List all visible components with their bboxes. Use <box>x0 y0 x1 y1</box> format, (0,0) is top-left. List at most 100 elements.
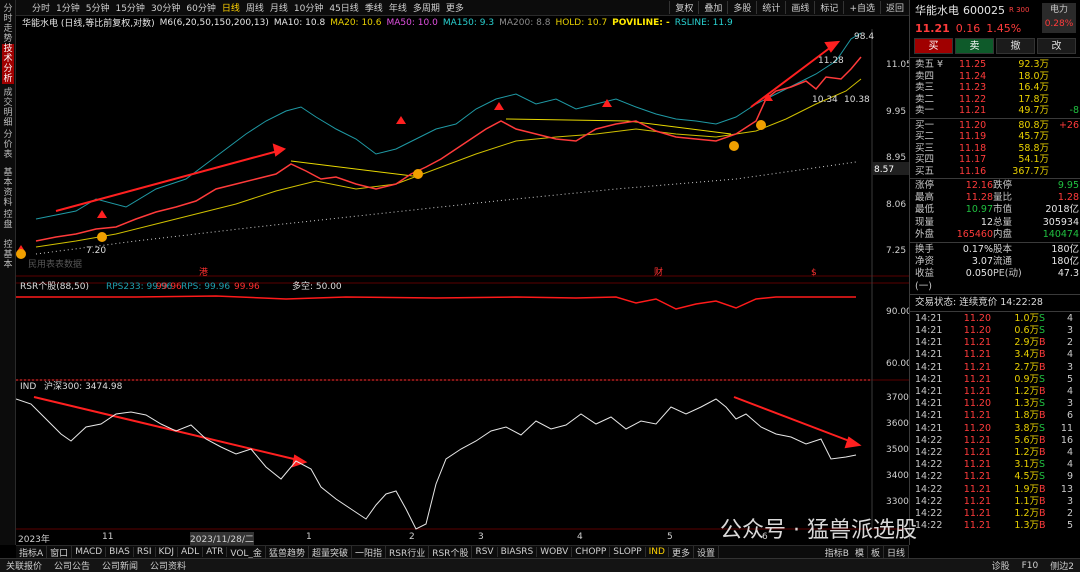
ind-axis-label: 3600 <box>886 419 909 429</box>
indicator-tab[interactable]: ADL <box>178 547 204 557</box>
period-tab[interactable]: 季线 <box>365 1 383 14</box>
indicator-right-tab[interactable]: 板 <box>868 545 884 559</box>
status-link[interactable]: 公司资料 <box>144 559 192 572</box>
sell-button[interactable]: 卖 <box>955 38 994 54</box>
period-tab[interactable]: 更多 <box>446 1 464 14</box>
ind-title: IND <box>20 382 36 392</box>
left-tab[interactable]: 技术分析 <box>2 44 14 84</box>
tick-price: 11.21 <box>963 361 991 373</box>
main-axis-label: 8.06 <box>886 200 906 210</box>
indicator-tab[interactable]: BIASRS <box>498 547 538 557</box>
tick-time: 14:21 <box>915 312 943 324</box>
indicator-tab[interactable]: 窗口 <box>47 545 73 559</box>
indicator-tab[interactable]: BIAS <box>106 547 134 557</box>
indicator-tab[interactable]: MACD <box>72 547 107 557</box>
indicator-tab[interactable]: RSI <box>134 547 156 557</box>
status-link[interactable]: 关联报价 <box>0 559 48 572</box>
indicator-tab[interactable]: RSV <box>472 547 498 557</box>
period-tab[interactable]: 5分钟 <box>86 1 110 14</box>
indicator-tab[interactable]: RSR个股 <box>429 545 473 559</box>
hold-value: HOLD: 10.7 <box>555 17 608 28</box>
tool-button[interactable]: 返回 <box>879 1 909 14</box>
indicator-tab[interactable]: 更多 <box>669 545 694 559</box>
period-tab[interactable]: 年线 <box>389 1 407 14</box>
status-bar: 关联报价 公司公告 公司新闻 公司资料 诊股 F10 侧边2 <box>0 558 1080 572</box>
left-tab[interactable]: 分价表 <box>2 130 14 160</box>
status-link[interactable]: 公司公告 <box>48 559 96 572</box>
indicator-tab[interactable]: ATR <box>203 547 228 557</box>
event-tag: 港 <box>199 266 208 278</box>
left-tab[interactable]: 基本资料 <box>2 168 14 208</box>
tool-button[interactable]: 标记 <box>814 1 843 14</box>
indicator-tab[interactable]: VOL_金 <box>227 545 266 559</box>
modify-button[interactable]: 改 <box>1037 38 1076 54</box>
indicator-tab[interactable]: 超量突破 <box>309 545 352 559</box>
period-tab[interactable]: 月线 <box>270 1 288 14</box>
left-tab[interactable]: 成交明细 <box>2 88 14 128</box>
status-link[interactable]: 公司新闻 <box>96 559 144 572</box>
tick-side: S <box>1039 398 1046 410</box>
left-tab[interactable]: 控盘 <box>2 210 14 230</box>
status-right-link[interactable]: F10 <box>1016 561 1045 571</box>
sector-box[interactable]: 电力 0.28% <box>1042 3 1076 33</box>
x-axis-label: 1 <box>306 532 312 542</box>
tick-list[interactable]: 14:21 11.20 1.0万 S 4 14:21 11.20 0.6万 S 3 14:21 11.… <box>910 313 1080 533</box>
order-book-row: 卖一 11.21 49.7万 -8 <box>910 105 1080 117</box>
tool-button[interactable]: 复权 <box>669 1 698 14</box>
x-axis-label: 11 <box>102 532 114 542</box>
indicator-right-tab[interactable]: 指标B <box>822 546 852 559</box>
tick-count: 5 <box>1066 373 1073 385</box>
stat-value: 10.97 <box>965 204 993 216</box>
indicator-right-tab[interactable]: 日线 <box>884 545 909 559</box>
tool-button[interactable]: 统计 <box>756 1 785 14</box>
left-tab[interactable]: 分时走势 <box>2 4 14 44</box>
tool-button[interactable]: 画线 <box>785 1 814 14</box>
period-tab[interactable]: 周线 <box>246 1 264 14</box>
indicator-tab[interactable]: RSR行业 <box>386 545 430 559</box>
tick-price: 11.21 <box>963 386 991 398</box>
indicator-right-tab[interactable]: 模 <box>852 545 868 559</box>
period-tab[interactable]: 1分钟 <box>56 1 80 14</box>
tick-price: 11.21 <box>963 447 991 459</box>
indicator-tab[interactable]: WOBV <box>537 547 573 557</box>
stat-label: 市值 <box>993 204 1013 216</box>
period-tab[interactable]: 10分钟 <box>294 1 323 14</box>
period-tab[interactable]: 日线 <box>222 1 240 14</box>
indicator-tab[interactable]: 指标A <box>16 545 48 559</box>
tick-price: 11.21 <box>963 459 991 471</box>
ind-line <box>16 398 857 530</box>
x-axis-label: 4 <box>577 532 583 542</box>
left-tab[interactable]: 控基本 <box>2 240 14 270</box>
period-tab[interactable]: 分时 <box>32 1 50 14</box>
indicator-tab[interactable]: KDJ <box>156 547 178 557</box>
indicator-tab[interactable]: 一阳指 <box>352 545 386 559</box>
period-tab[interactable]: 60分钟 <box>186 1 215 14</box>
indicator-tab[interactable]: IND <box>646 547 669 557</box>
tool-button[interactable]: 叠加 <box>698 1 727 14</box>
low-b-label: 10.38 <box>844 95 870 105</box>
period-tab[interactable]: 45日线 <box>329 1 358 14</box>
stat-label: 总量 <box>993 216 1013 228</box>
indicator-tab[interactable]: 设置 <box>694 545 720 559</box>
indicator-tab[interactable]: CHOPP <box>572 547 611 557</box>
status-right-link[interactable]: 诊股 <box>986 559 1016 572</box>
stat-value: 1.28 <box>1057 192 1079 204</box>
rsline-line <box>35 32 862 220</box>
pivot-markers <box>16 120 766 259</box>
cancel-button[interactable]: 撤 <box>996 38 1035 54</box>
status-right-link[interactable]: 侧边2 <box>1044 559 1080 572</box>
chart-area[interactable]: 11.05 9.95 8.95 8.06 7.25 8.57 11.28 98.… <box>16 29 909 545</box>
tick-side: B <box>1039 447 1046 459</box>
order-change: +26 <box>1058 119 1079 131</box>
period-tab[interactable]: 30分钟 <box>151 1 180 14</box>
indicator-tab[interactable]: SLOPP <box>610 547 646 557</box>
buy-button[interactable]: 买 <box>914 38 953 54</box>
indicator-tab[interactable]: 猛兽趋势 <box>266 545 309 559</box>
tool-button[interactable]: 多股 <box>727 1 756 14</box>
tick-time: 14:22 <box>915 459 943 471</box>
ma-legend: 华能水电 (日线,等比前复权,对数) M6(6,20,50,150,200,13… <box>16 16 909 30</box>
period-tab[interactable]: 15分钟 <box>115 1 144 14</box>
period-tabs: 分时 1分钟 5分钟 15分钟 30分钟 60分钟 日线 周线 月线 10分钟 45日线 季线 年线 多周… <box>16 1 464 14</box>
period-tab[interactable]: 多周期 <box>413 1 440 14</box>
tool-button[interactable]: +自选 <box>843 1 880 14</box>
